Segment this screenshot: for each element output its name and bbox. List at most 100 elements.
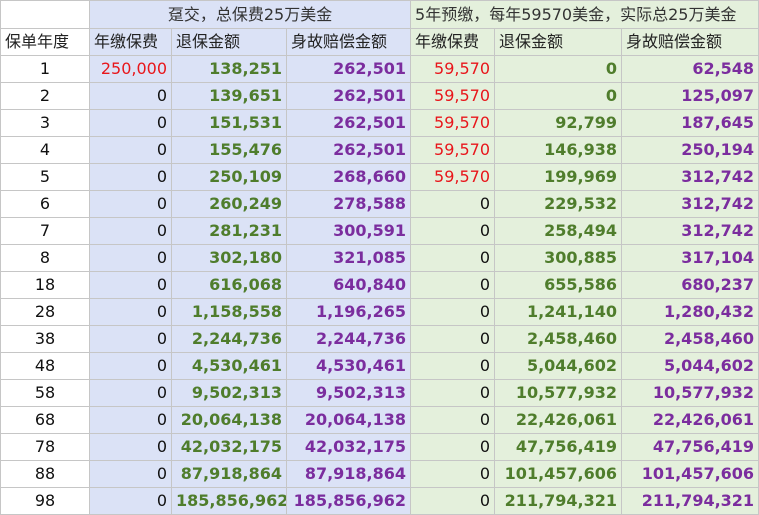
cell-a-annual-premium[interactable]: 0 (89, 82, 172, 110)
cell-b-surrender-value[interactable]: 5,044,602 (494, 352, 623, 380)
cell-a-surrender-value[interactable]: 138,251 (171, 55, 287, 83)
cell-a-annual-premium[interactable]: 0 (89, 244, 172, 272)
cell-b-death-benefit[interactable]: 187,645 (621, 109, 759, 137)
cell-b-death-benefit[interactable]: 312,742 (621, 163, 759, 191)
cell-policy-year[interactable]: 5 (0, 163, 90, 191)
col-header-b-surrender-value[interactable]: 退保金额 (494, 28, 623, 56)
cell-a-annual-premium[interactable]: 0 (89, 406, 172, 434)
cell-a-death-benefit[interactable]: 262,501 (285, 55, 412, 83)
cell-b-death-benefit[interactable]: 312,742 (621, 190, 759, 218)
cell-b-annual-premium[interactable]: 0 (410, 352, 496, 380)
cell-a-annual-premium[interactable]: 0 (89, 163, 172, 191)
cell-b-annual-premium[interactable]: 0 (410, 244, 496, 272)
cell-a-death-benefit[interactable]: 20,064,138 (285, 406, 412, 434)
cell-policy-year[interactable]: 18 (0, 271, 90, 299)
cell-a-death-benefit[interactable]: 300,591 (285, 217, 412, 245)
cell-b-surrender-value[interactable]: 92,799 (494, 109, 623, 137)
cell-b-annual-premium[interactable]: 0 (410, 487, 496, 515)
cell-a-surrender-value[interactable]: 250,109 (171, 163, 287, 191)
cell-policy-year[interactable]: 98 (0, 487, 90, 515)
cell-b-annual-premium[interactable]: 0 (410, 460, 496, 488)
cell-policy-year[interactable]: 88 (0, 460, 90, 488)
cell-b-annual-premium[interactable]: 59,570 (410, 82, 496, 110)
cell-a-surrender-value[interactable]: 9,502,313 (171, 379, 287, 407)
cell-b-annual-premium[interactable]: 0 (410, 271, 496, 299)
cell-b-surrender-value[interactable]: 211,794,321 (494, 487, 623, 515)
col-header-b-annual-premium[interactable]: 年缴保费 (410, 28, 496, 56)
cell-b-annual-premium[interactable]: 0 (410, 325, 496, 353)
cell-b-annual-premium[interactable]: 59,570 (410, 163, 496, 191)
col-header-a-death-benefit[interactable]: 身故赔偿金额 (285, 28, 412, 56)
cell-b-death-benefit[interactable]: 62,548 (621, 55, 759, 83)
cell-a-surrender-value[interactable]: 155,476 (171, 136, 287, 164)
cell-policy-year[interactable]: 3 (0, 109, 90, 137)
cell-b-death-benefit[interactable]: 211,794,321 (621, 487, 759, 515)
cell-b-death-benefit[interactable]: 317,104 (621, 244, 759, 272)
cell-a-annual-premium[interactable]: 0 (89, 433, 172, 461)
cell-a-death-benefit[interactable]: 278,588 (285, 190, 412, 218)
cell-a-death-benefit[interactable]: 185,856,962 (285, 487, 412, 515)
cell-policy-year[interactable]: 2 (0, 82, 90, 110)
cell-b-surrender-value[interactable]: 0 (494, 82, 623, 110)
cell-a-death-benefit[interactable]: 1,196,265 (285, 298, 412, 326)
cell-b-surrender-value[interactable]: 655,586 (494, 271, 623, 299)
cell-b-annual-premium[interactable]: 0 (410, 217, 496, 245)
cell-a-annual-premium[interactable]: 0 (89, 487, 172, 515)
col-header-a-surrender-value[interactable]: 退保金额 (171, 28, 287, 56)
cell-a-annual-premium[interactable]: 0 (89, 379, 172, 407)
cell-b-surrender-value[interactable]: 146,938 (494, 136, 623, 164)
cell-a-annual-premium[interactable]: 0 (89, 352, 172, 380)
group-header-five-year-premium[interactable]: 5年预缴，每年59570美金，实际总25万美金 (410, 0, 759, 29)
cell-a-annual-premium[interactable]: 0 (89, 271, 172, 299)
cell-b-annual-premium[interactable]: 59,570 (410, 109, 496, 137)
cell-policy-year[interactable]: 38 (0, 325, 90, 353)
cell-a-surrender-value[interactable]: 4,530,461 (171, 352, 287, 380)
cell-a-surrender-value[interactable]: 260,249 (171, 190, 287, 218)
cell-b-surrender-value[interactable]: 22,426,061 (494, 406, 623, 434)
cell-policy-year[interactable]: 6 (0, 190, 90, 218)
cell-policy-year[interactable]: 58 (0, 379, 90, 407)
cell-a-death-benefit[interactable]: 4,530,461 (285, 352, 412, 380)
cell-b-death-benefit[interactable]: 680,237 (621, 271, 759, 299)
cell-b-surrender-value[interactable]: 0 (494, 55, 623, 83)
cell-b-surrender-value[interactable]: 47,756,419 (494, 433, 623, 461)
cell-a-annual-premium[interactable]: 250,000 (89, 55, 172, 83)
cell-b-death-benefit[interactable]: 2,458,460 (621, 325, 759, 353)
cell-b-annual-premium[interactable]: 59,570 (410, 136, 496, 164)
corner-cell[interactable] (0, 0, 90, 29)
cell-b-death-benefit[interactable]: 101,457,606 (621, 460, 759, 488)
cell-a-death-benefit[interactable]: 262,501 (285, 82, 412, 110)
cell-policy-year[interactable]: 8 (0, 244, 90, 272)
cell-a-death-benefit[interactable]: 9,502,313 (285, 379, 412, 407)
cell-a-surrender-value[interactable]: 302,180 (171, 244, 287, 272)
cell-b-surrender-value[interactable]: 300,885 (494, 244, 623, 272)
cell-b-death-benefit[interactable]: 5,044,602 (621, 352, 759, 380)
cell-a-death-benefit[interactable]: 42,032,175 (285, 433, 412, 461)
cell-b-death-benefit[interactable]: 47,756,419 (621, 433, 759, 461)
cell-a-surrender-value[interactable]: 281,231 (171, 217, 287, 245)
cell-a-death-benefit[interactable]: 262,501 (285, 136, 412, 164)
cell-a-death-benefit[interactable]: 262,501 (285, 109, 412, 137)
cell-a-death-benefit[interactable]: 2,244,736 (285, 325, 412, 353)
cell-b-surrender-value[interactable]: 2,458,460 (494, 325, 623, 353)
cell-a-annual-premium[interactable]: 0 (89, 136, 172, 164)
cell-b-death-benefit[interactable]: 22,426,061 (621, 406, 759, 434)
cell-a-death-benefit[interactable]: 87,918,864 (285, 460, 412, 488)
cell-a-surrender-value[interactable]: 185,856,962 (171, 487, 287, 515)
cell-a-surrender-value[interactable]: 151,531 (171, 109, 287, 137)
cell-b-surrender-value[interactable]: 10,577,932 (494, 379, 623, 407)
cell-policy-year[interactable]: 28 (0, 298, 90, 326)
cell-b-death-benefit[interactable]: 1,280,432 (621, 298, 759, 326)
cell-a-annual-premium[interactable]: 0 (89, 190, 172, 218)
cell-a-death-benefit[interactable]: 321,085 (285, 244, 412, 272)
cell-b-death-benefit[interactable]: 10,577,932 (621, 379, 759, 407)
cell-a-surrender-value[interactable]: 2,244,736 (171, 325, 287, 353)
cell-a-surrender-value[interactable]: 42,032,175 (171, 433, 287, 461)
cell-policy-year[interactable]: 68 (0, 406, 90, 434)
cell-policy-year[interactable]: 1 (0, 55, 90, 83)
cell-a-annual-premium[interactable]: 0 (89, 325, 172, 353)
cell-b-surrender-value[interactable]: 101,457,606 (494, 460, 623, 488)
cell-b-surrender-value[interactable]: 229,532 (494, 190, 623, 218)
cell-b-annual-premium[interactable]: 0 (410, 298, 496, 326)
cell-policy-year[interactable]: 4 (0, 136, 90, 164)
